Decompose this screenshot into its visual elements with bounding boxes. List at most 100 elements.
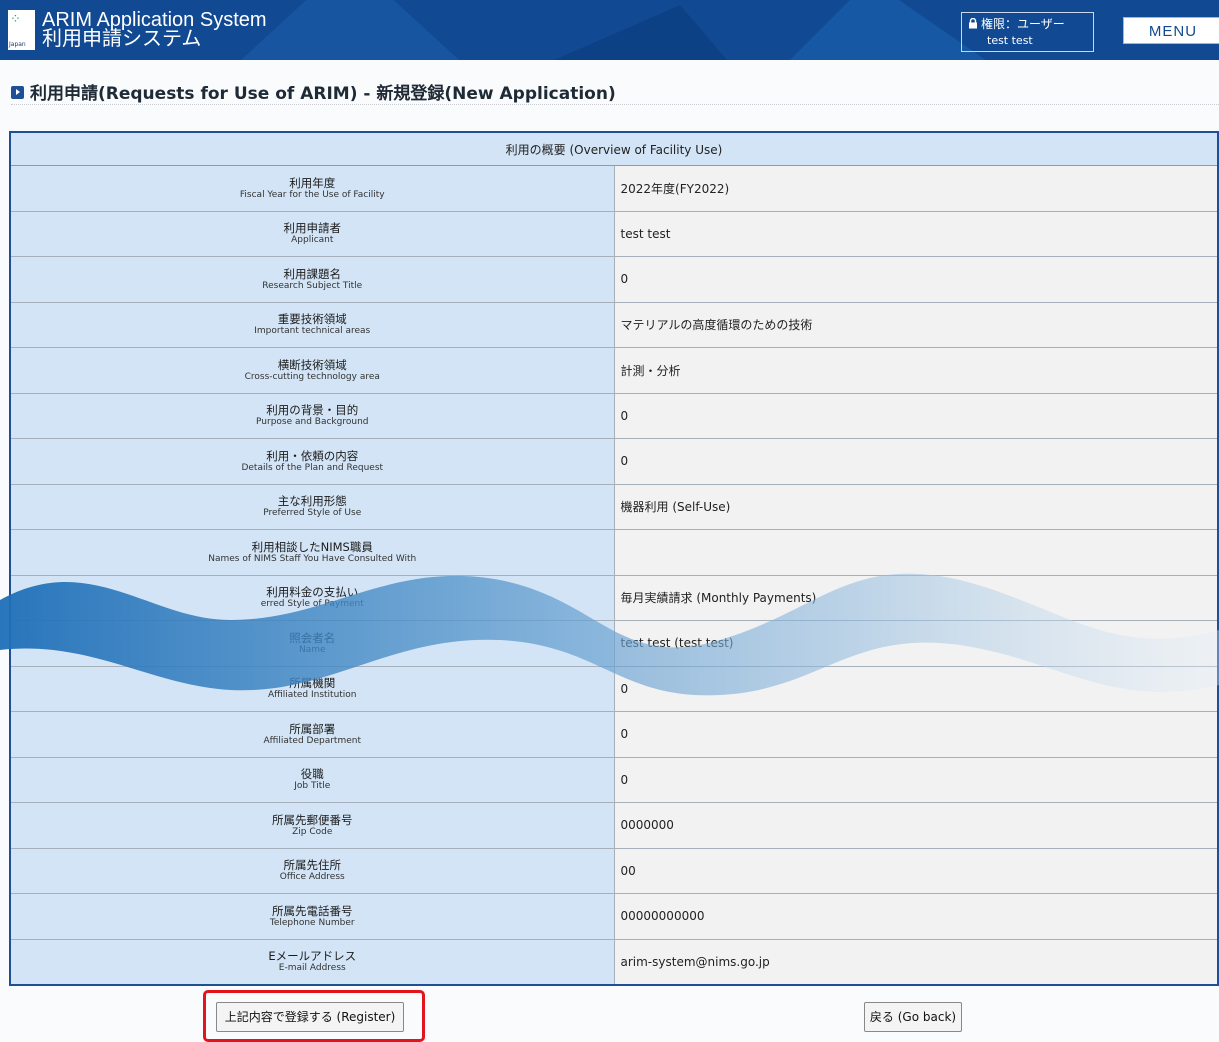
- table-row: 利用・依頼の内容 Details of the Plan and Request 0: [9, 438, 1219, 485]
- field-label: 利用相談したNIMS職員 Names of NIMS Staff You Have…: [9, 529, 615, 576]
- field-value: test test: [613, 210, 1219, 257]
- field-label-ja: 利用課題名: [283, 266, 342, 281]
- field-label: 重要技術領域 Important technical areas: [9, 301, 615, 348]
- field-label: Eメールアドレス E-mail Address: [9, 938, 615, 986]
- field-label: 照会者名 Name: [9, 620, 615, 667]
- field-label-en: Details of the Plan and Request: [241, 462, 384, 473]
- field-value: 機器利用 (Self-Use): [613, 483, 1219, 530]
- table-row: 所属先郵便番号 Zip Code 0000000: [9, 802, 1219, 849]
- field-label-en: Affiliated Institution: [267, 690, 357, 701]
- field-value: 0: [613, 392, 1219, 439]
- field-label: 利用料金の支払い erred Style of Payment: [9, 574, 615, 621]
- field-label-ja: 横断技術領域: [277, 357, 347, 372]
- table-row: 利用申請者 Applicant test test: [9, 210, 1219, 257]
- field-label-en: Cross-cutting technology area: [244, 371, 380, 382]
- field-label-ja: 役職: [300, 767, 324, 782]
- field-label-en: Important technical areas: [254, 326, 371, 337]
- field-value: 00000000000: [613, 893, 1219, 940]
- field-label-en: Affiliated Department: [263, 735, 361, 746]
- table-row: 利用料金の支払い erred Style of Payment 毎月実績請求 (Mo…: [9, 574, 1219, 621]
- app-title: ARIM Application System 利用申請システム: [42, 10, 267, 50]
- lock-icon: [969, 18, 977, 29]
- table-row: 所属先電話番号 Telephone Number 00000000000: [9, 893, 1219, 940]
- table-row: 所属先住所 Office Address 00: [9, 847, 1219, 894]
- field-value: [613, 529, 1219, 576]
- field-label-en: Office Address: [279, 872, 345, 883]
- field-value: 毎月実績請求 (Monthly Payments): [613, 574, 1219, 621]
- field-label: 利用の背景・目的 Purpose and Background: [9, 392, 615, 439]
- field-label: 所属先電話番号 Telephone Number: [9, 893, 615, 940]
- field-label-ja: 利用・依頼の内容: [266, 448, 359, 463]
- field-label-en: Purpose and Background: [256, 417, 369, 428]
- table-row: 利用の背景・目的 Purpose and Background 0: [9, 392, 1219, 439]
- field-label-ja: 利用料金の支払い: [266, 585, 359, 600]
- field-label: 所属機関 Affiliated Institution: [9, 665, 615, 712]
- arim-logo[interactable]: ⁘ Japan: [8, 10, 35, 50]
- field-label: 横断技術領域 Cross-cutting technology area: [9, 347, 615, 394]
- field-label-ja: 所属先郵便番号: [272, 812, 353, 827]
- field-label-ja: 利用相談したNIMS職員: [251, 539, 373, 554]
- field-label-ja: 重要技術領域: [277, 312, 347, 327]
- app-header: ⁘ Japan ARIM Application System 利用申請システム…: [0, 0, 1219, 60]
- field-label-en: Zip Code: [292, 826, 333, 837]
- field-label-en: Job Title: [294, 781, 331, 792]
- table-row: 重要技術領域 Important technical areas マテリアルの高度循…: [9, 301, 1219, 348]
- field-value: 0: [613, 256, 1219, 303]
- page-title: 利用申請(Requests for Use of ARIM) - 新規登録(Ne…: [11, 79, 616, 104]
- field-label-en: E-mail Address: [278, 963, 346, 974]
- field-label-ja: 利用申請者: [283, 221, 342, 236]
- register-button[interactable]: 上記内容で登録する (Register): [216, 1002, 404, 1032]
- app-title-ja: 利用申請システム: [42, 28, 202, 50]
- field-value: 0: [613, 711, 1219, 758]
- field-value: 00: [613, 847, 1219, 894]
- field-label-en: Research Subject Title: [262, 280, 363, 291]
- table-row: 利用課題名 Research Subject Title 0: [9, 256, 1219, 303]
- field-value: arim-system@nims.go.jp: [613, 938, 1219, 986]
- table-row: 所属機関 Affiliated Institution 0: [9, 665, 1219, 712]
- field-label: 利用年度 Fiscal Year for the Use of Facility: [9, 165, 615, 212]
- field-value: 0000000: [613, 802, 1219, 849]
- field-label: 役職 Job Title: [9, 756, 615, 803]
- field-label-ja: 照会者名: [289, 630, 336, 645]
- field-value: マテリアルの高度循環のための技術: [613, 301, 1219, 348]
- table-caption: 利用の概要 (Overview of Facility Use): [9, 131, 1219, 166]
- field-value: 0: [613, 438, 1219, 485]
- field-value: 0: [613, 756, 1219, 803]
- field-label-en: Fiscal Year for the Use of Facility: [239, 189, 385, 200]
- field-label-ja: 所属機関: [289, 676, 336, 691]
- table-body: 利用年度 Fiscal Year for the Use of Facility 2…: [9, 165, 1219, 986]
- field-label: 所属先住所 Office Address: [9, 847, 615, 894]
- go-back-button[interactable]: 戻る (Go back): [864, 1002, 962, 1032]
- field-label: 主な利用形態 Preferred Style of Use: [9, 483, 615, 530]
- page-title-text: 利用申請(Requests for Use of ARIM) - 新規登録(Ne…: [30, 84, 616, 104]
- heading-divider: [11, 104, 1219, 105]
- field-label: 利用課題名 Research Subject Title: [9, 256, 615, 303]
- heading-arrow-icon: [11, 86, 24, 99]
- application-summary-table: 利用の概要 (Overview of Facility Use) 利用年度 Fis…: [9, 131, 1219, 986]
- table-row: 役職 Job Title 0: [9, 756, 1219, 803]
- table-row: Eメールアドレス E-mail Address arim-system@nims.g…: [9, 938, 1219, 986]
- table-row: 利用相談したNIMS職員 Names of NIMS Staff You Have…: [9, 529, 1219, 576]
- field-label-ja: 所属先住所: [283, 858, 342, 873]
- field-label-en: erred Style of Payment: [260, 599, 364, 610]
- menu-button[interactable]: MENU: [1123, 17, 1219, 44]
- field-label-ja: 所属先電話番号: [272, 903, 353, 918]
- table-row: 所属部署 Affiliated Department 0: [9, 711, 1219, 758]
- table-row: 主な利用形態 Preferred Style of Use 機器利用 (Self-U…: [9, 483, 1219, 530]
- table-row: 照会者名 Name test test (test test): [9, 620, 1219, 667]
- logo-text: Japan: [9, 41, 26, 48]
- field-label-ja: Eメールアドレス: [268, 949, 357, 964]
- field-value: test test (test test): [613, 620, 1219, 667]
- field-label-en: Names of NIMS Staff You Have Consulted W…: [208, 553, 417, 564]
- field-value: 0: [613, 665, 1219, 712]
- field-label-ja: 利用の背景・目的: [266, 403, 359, 418]
- table-row: 横断技術領域 Cross-cutting technology area 計測・分析: [9, 347, 1219, 394]
- field-label-ja: 利用年度: [289, 175, 336, 190]
- table-row: 利用年度 Fiscal Year for the Use of Facility 2…: [9, 165, 1219, 212]
- field-value: 2022年度(FY2022): [613, 165, 1219, 212]
- field-label-en: Preferred Style of Use: [263, 508, 362, 519]
- user-name: test test: [987, 34, 1033, 47]
- field-label: 利用申請者 Applicant: [9, 210, 615, 257]
- field-label-ja: 所属部署: [289, 721, 336, 736]
- field-value: 計測・分析: [613, 347, 1219, 394]
